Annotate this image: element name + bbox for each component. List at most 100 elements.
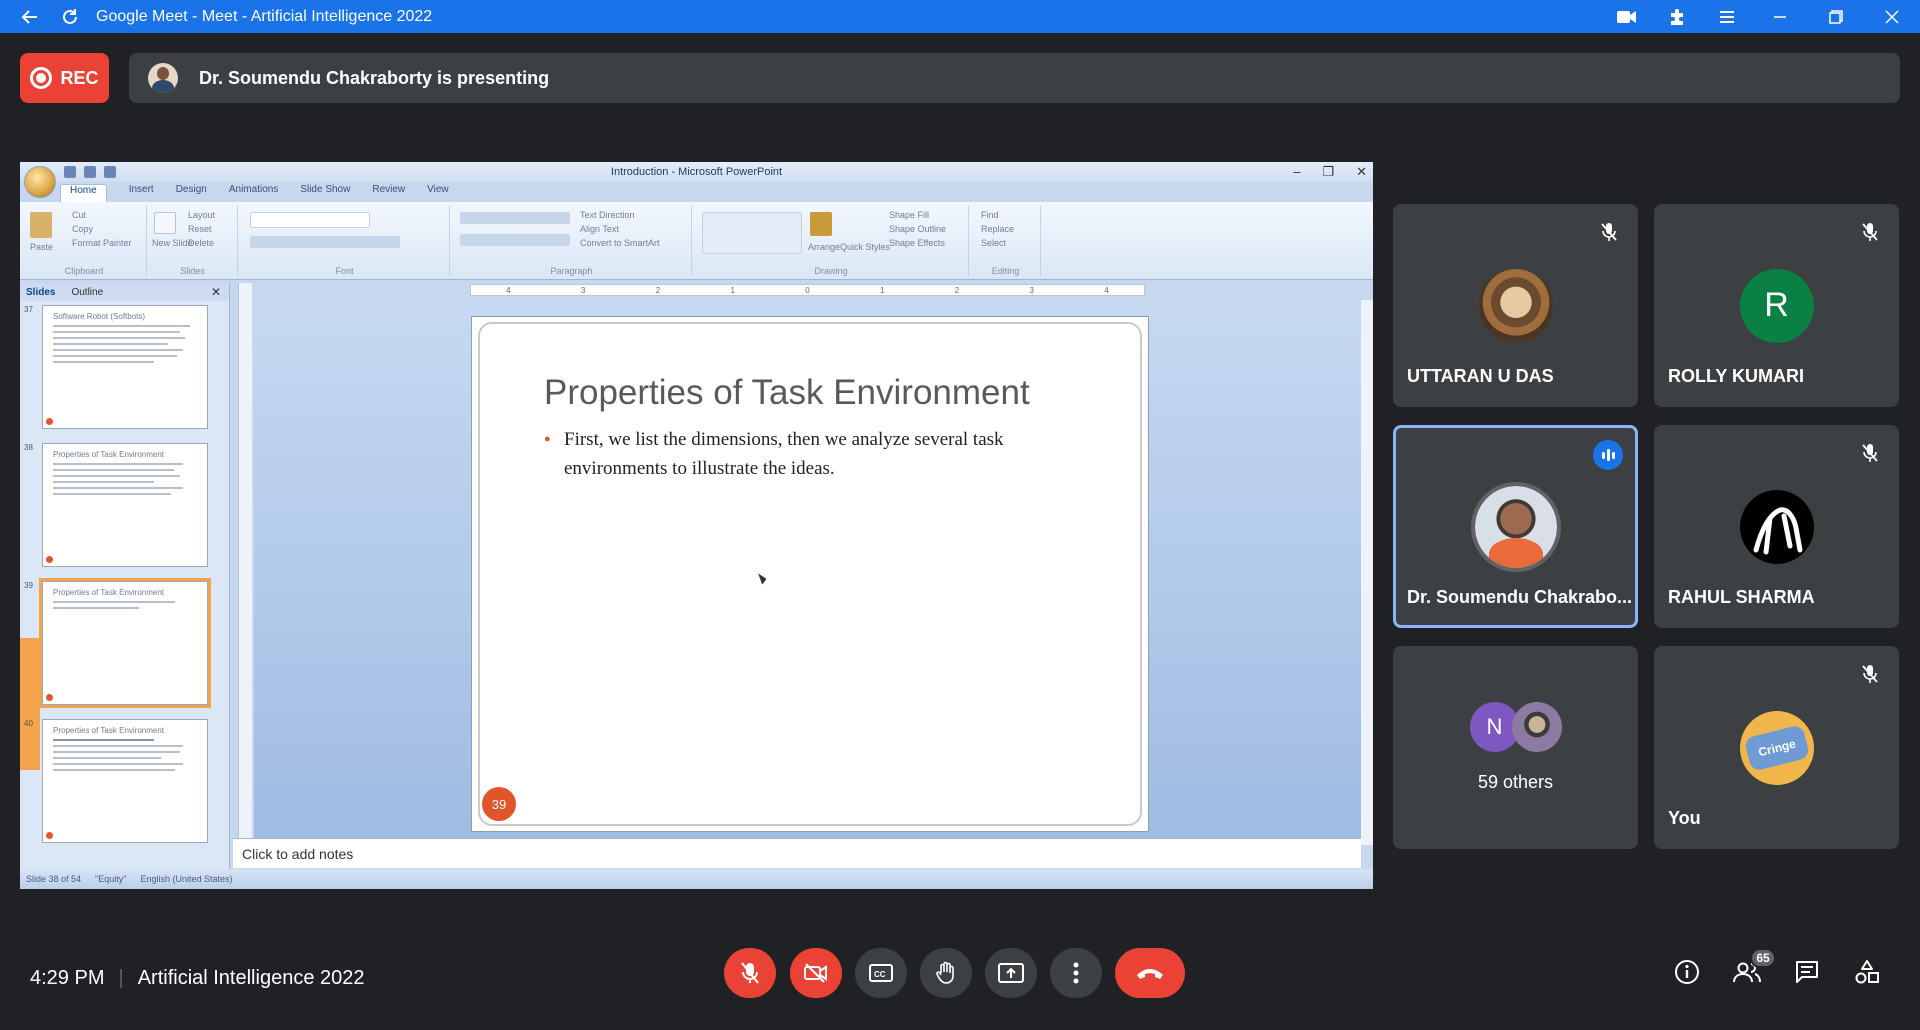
font-format-buttons <box>250 236 400 248</box>
meeting-details-button[interactable] <box>1670 955 1704 989</box>
thumbnail-number: 37 <box>24 305 33 314</box>
new-slide-label: New Slide <box>152 238 193 248</box>
ribbon-tab-insert: Insert <box>128 184 154 195</box>
restore-icon[interactable] <box>1808 0 1864 33</box>
clipboard-group-label: Clipboard <box>64 266 104 276</box>
presenting-banner: Dr. Soumendu Chakraborty is presenting <box>129 53 1900 103</box>
participant-avatar <box>1478 268 1553 343</box>
thumbnail-slide-number-dot <box>46 694 53 701</box>
participant-tile[interactable]: UTTARAN U DAS <box>1393 204 1638 407</box>
delete-label: Delete <box>188 238 215 248</box>
arrange-icon <box>810 212 832 236</box>
pp-close-icon: ✕ <box>1356 164 1367 179</box>
arrange-label: Arrange <box>808 242 841 252</box>
panel-close-icon: ✕ <box>210 285 221 299</box>
ribbon-group-editing: Find Replace Select Editing <box>971 206 1041 276</box>
shared-screen: Introduction - Microsoft PowerPoint – ❐ … <box>20 162 1373 889</box>
font-name-box <box>250 212 370 228</box>
participant-avatar: R <box>1739 268 1814 343</box>
replace-label: Replace <box>981 224 1015 234</box>
quick-access-toolbar <box>64 166 116 178</box>
slide-title: Properties of Task Environment <box>544 373 1030 412</box>
slides-panel: Slides Outline ✕ 37 Software Robot (Soft… <box>20 283 230 869</box>
pp-restore-icon: ❐ <box>1322 164 1335 179</box>
recording-badge[interactable]: REC <box>20 53 109 103</box>
drawing-group-label: Drawing <box>814 266 848 276</box>
notes-placeholder: Click to add notes <box>242 846 354 862</box>
meeting-controls-bar: 4:29 PM | Artificial Intelligence 2022 C… <box>0 940 1920 1020</box>
self-tile[interactable]: Cringe You <box>1654 646 1899 849</box>
camera-toggle-button[interactable] <box>790 948 842 998</box>
menu-icon[interactable] <box>1702 0 1752 33</box>
mic-toggle-button[interactable] <box>724 948 776 998</box>
leave-call-button[interactable] <box>1115 948 1185 998</box>
ribbon-tab-home: Home <box>60 184 107 202</box>
pp-status-bar: Slide 38 of 54 "Equity" English (United … <box>20 869 1373 889</box>
thumbnail-slide-number-dot <box>46 418 53 425</box>
chat-button[interactable] <box>1790 955 1824 989</box>
font-group-label: Font <box>335 266 354 276</box>
others-tile[interactable]: N 59 others <box>1393 646 1638 849</box>
thumbnail-number: 39 <box>24 581 33 590</box>
close-icon[interactable] <box>1864 0 1920 33</box>
panel-scrollbar <box>238 283 252 848</box>
self-avatar: Cringe <box>1739 710 1814 785</box>
undo-icon <box>84 166 96 178</box>
paste-label: Paste <box>30 242 54 252</box>
extensions-icon[interactable] <box>1652 0 1702 33</box>
people-button[interactable]: 65 <box>1730 948 1776 989</box>
camera-icon[interactable] <box>1602 0 1652 33</box>
present-now-button[interactable] <box>985 948 1037 998</box>
participant-tile[interactable]: RAHUL SHARMA <box>1654 425 1899 628</box>
list-buttons <box>460 212 570 224</box>
pp-window-controls: – ❐ ✕ <box>1293 164 1367 180</box>
shape-fill-label: Shape Fill <box>889 210 930 220</box>
more-options-button[interactable] <box>1050 948 1102 998</box>
save-icon <box>64 166 76 178</box>
participant-name: RAHUL SHARMA <box>1668 587 1815 607</box>
select-label: Select <box>981 238 1007 248</box>
align-buttons <box>460 234 570 246</box>
status-language: English (United States) <box>140 874 233 884</box>
slide-bullet-text: First, we list the dimensions, then we a… <box>544 425 1074 483</box>
participant-count-badge: 65 <box>1750 948 1776 968</box>
redo-icon <box>104 166 116 178</box>
reload-icon[interactable] <box>50 0 90 33</box>
panel-tabs: Slides Outline ✕ <box>20 283 229 301</box>
status-slide-count: Slide 38 of 54 <box>26 874 82 884</box>
back-icon[interactable] <box>10 0 50 33</box>
slide-thumbnail-selected: Properties of Task Environment <box>39 578 211 708</box>
captions-button[interactable]: CC <box>855 948 907 998</box>
format-painter-label: Format Painter <box>72 238 132 248</box>
notes-pane: Click to add notes <box>233 838 1361 868</box>
speaking-indicator-icon <box>1593 440 1623 470</box>
minimize-icon[interactable] <box>1752 0 1808 33</box>
participant-name: ROLLY KUMARI <box>1668 366 1805 386</box>
meeting-time: 4:29 PM <box>30 967 105 989</box>
record-icon <box>30 67 53 89</box>
participant-avatar <box>1739 489 1814 564</box>
current-slide: Properties of Task Environment First, we… <box>471 316 1149 832</box>
ribbon-tab-slide-show: Slide Show <box>300 184 351 195</box>
cut-label: Cut <box>72 210 87 220</box>
status-theme: "Equity" <box>95 874 127 884</box>
ribbon-group-paragraph: Text Direction Align Text Convert to Sma… <box>452 206 692 276</box>
thumbnail-title: Properties of Task Environment <box>53 726 165 735</box>
thumbnail-slide-number-dot <box>46 556 53 563</box>
thumbnail-number: 40 <box>24 719 33 728</box>
meeting-name: Artificial Intelligence 2022 <box>137 967 365 989</box>
participant-tile[interactable]: R ROLLY KUMARI <box>1654 204 1899 407</box>
participant-avatar <box>1470 481 1561 572</box>
raise-hand-button[interactable] <box>920 948 972 998</box>
shapes-gallery <box>702 212 802 254</box>
mic-off-icon <box>1859 442 1881 464</box>
participant-tile-speaking[interactable]: Dr. Soumendu Chakrabo... <box>1393 425 1638 628</box>
cringe-sticker: Cringe <box>1743 723 1810 772</box>
recording-label: REC <box>60 67 99 88</box>
activities-button[interactable] <box>1850 955 1884 989</box>
text-direction-label: Text Direction <box>580 210 635 220</box>
svg-text:CC: CC <box>874 970 886 979</box>
ribbon-group-clipboard: Paste Cut Copy Format Painter Clipboard <box>22 206 147 276</box>
others-count-label: 59 others <box>1477 772 1554 792</box>
slide-thumbnail: Properties of Task Environment <box>42 719 208 843</box>
